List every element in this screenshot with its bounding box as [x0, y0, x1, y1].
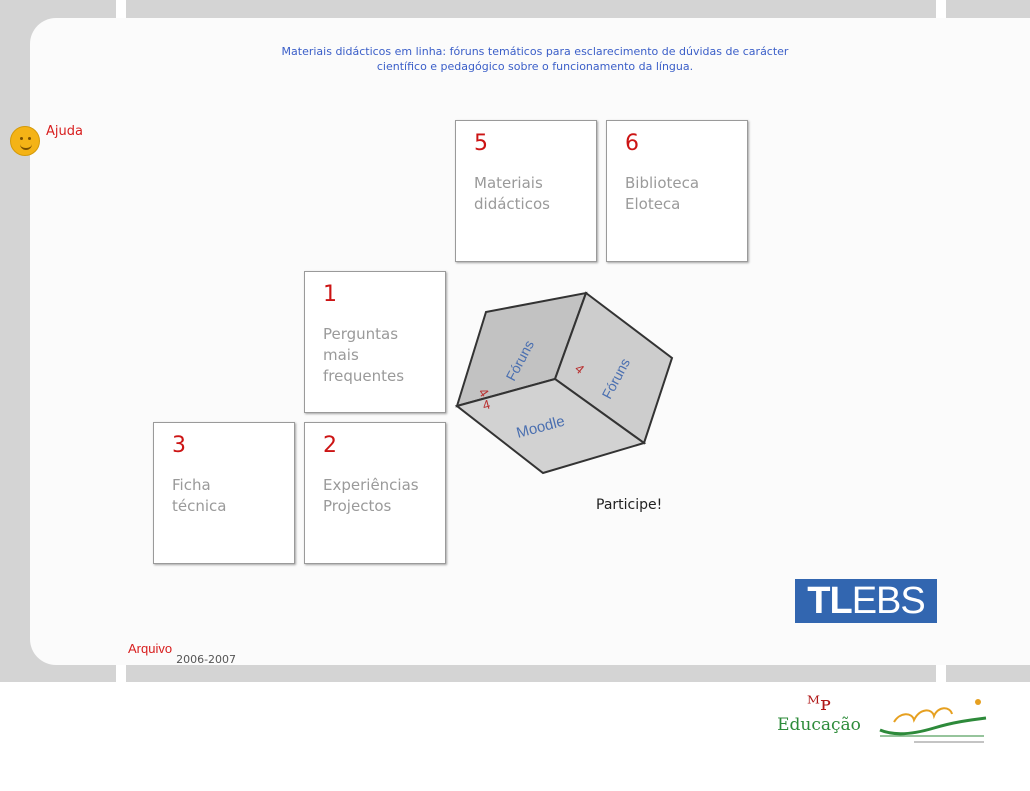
- participe-text: Participe!: [596, 497, 663, 513]
- card-biblioteca-eloteca[interactable]: 6 Biblioteca Eloteca: [606, 120, 748, 262]
- ministerio-educacao-logo: ᴹᴘ Educação: [768, 692, 870, 748]
- card-label: Biblioteca Eloteca: [625, 174, 700, 213]
- archive-years: 2006-2007: [176, 653, 237, 666]
- card-label: Experiências Projectos: [323, 476, 419, 515]
- frame-notch-bottom-left: [116, 665, 126, 682]
- card-perguntas-frequentes[interactable]: 1 Perguntas mais frequentes: [304, 271, 446, 413]
- card-number: 1: [323, 282, 337, 307]
- archive-link[interactable]: Arquivo 2006-2007: [128, 638, 236, 666]
- card-label: Ficha técnica: [172, 476, 227, 515]
- archive-label[interactable]: Arquivo: [128, 641, 172, 656]
- card-number: 5: [474, 131, 488, 156]
- header-line-1: Materiais didácticos em linha: fóruns te…: [281, 45, 789, 58]
- help-link[interactable]: Ajuda: [10, 124, 83, 156]
- card-number: 6: [625, 131, 639, 156]
- plano-nacional-logo: [879, 699, 987, 743]
- card-materiais-didacticos[interactable]: 5 Materiais didácticos: [455, 120, 597, 262]
- card-number: 3: [172, 433, 186, 458]
- frame-notch-top-left: [116, 0, 126, 20]
- forum-cube[interactable]: Fóruns 4 Fóruns 4 Moodle 4: [450, 288, 680, 478]
- card-ficha-tecnica[interactable]: 3 Ficha técnica: [153, 422, 295, 564]
- tlebs-logo[interactable]: TLEBS: [795, 579, 937, 623]
- card-number: 2: [323, 433, 337, 458]
- help-label[interactable]: Ajuda: [46, 124, 83, 139]
- me-logo-mark: ᴹᴘ: [807, 691, 831, 715]
- frame-notch-bottom-right: [936, 665, 946, 682]
- smiley-icon[interactable]: [10, 126, 40, 156]
- frame-notch-top-right: [936, 0, 946, 20]
- header-text: Materiais didácticos em linha: fóruns te…: [140, 44, 930, 74]
- me-logo-word: Educação: [777, 715, 861, 735]
- card-experiencias-projectos[interactable]: 2 Experiências Projectos: [304, 422, 446, 564]
- card-label: Materiais didácticos: [474, 174, 550, 213]
- header-line-2: científico e pedagógico sobre o funciona…: [376, 60, 694, 73]
- card-label: Perguntas mais frequentes: [323, 325, 405, 385]
